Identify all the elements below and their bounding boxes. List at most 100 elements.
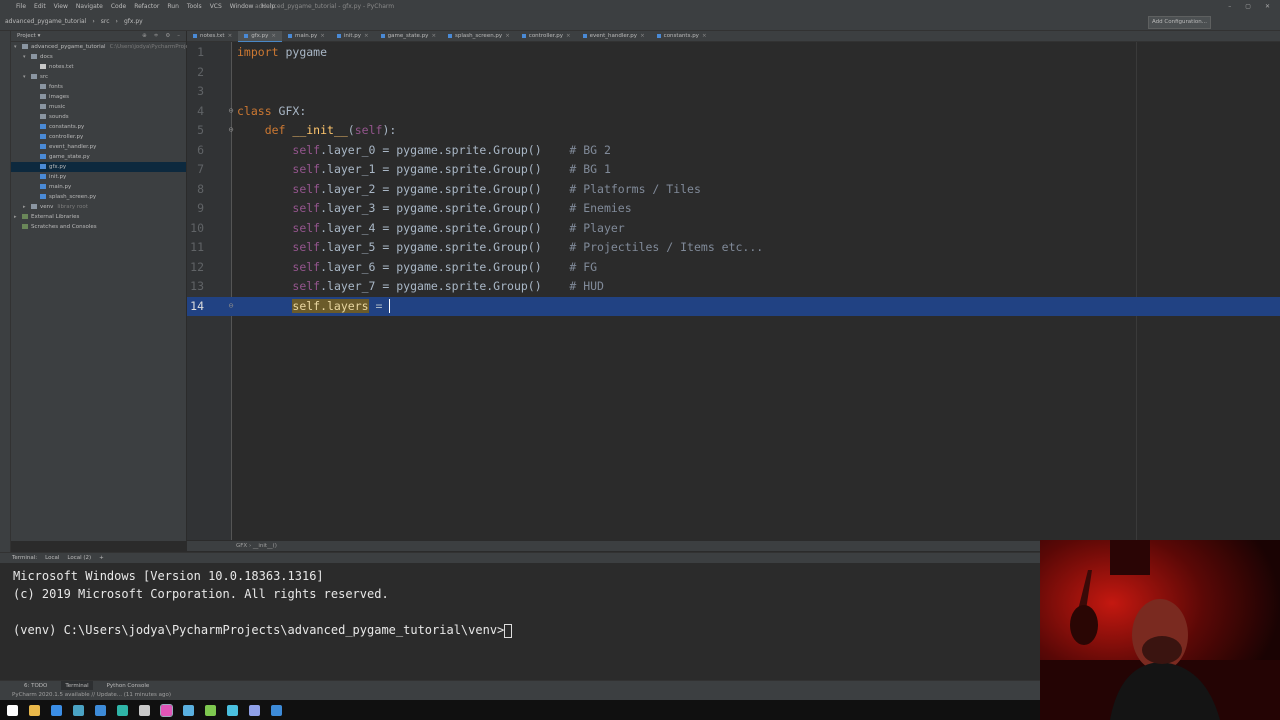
menu-window[interactable]: Window: [230, 0, 254, 14]
project-tree-item[interactable]: fonts: [11, 82, 186, 92]
project-tree-item[interactable]: sounds: [11, 112, 186, 122]
windows-start-icon[interactable]: [7, 704, 18, 716]
editor-tab[interactable]: event_handler.py ×: [577, 31, 651, 41]
todo-tool-button[interactable]: 6: TODO: [24, 681, 47, 690]
project-tree-item[interactable]: Scratches and Consoles: [11, 222, 186, 232]
collapsed-arrow-icon[interactable]: ▸: [14, 212, 22, 222]
new-terminal-button[interactable]: +: [99, 553, 104, 563]
project-tree-item[interactable]: ▾ src: [11, 72, 186, 82]
close-tab-icon[interactable]: ×: [505, 31, 510, 41]
project-tree-item[interactable]: notes.txt: [11, 62, 186, 72]
editor-tab[interactable]: splash_screen.py ×: [442, 31, 516, 41]
project-tree-item[interactable]: init.py: [11, 172, 186, 182]
close-tab-icon[interactable]: ×: [228, 31, 233, 41]
app-icon[interactable]: [95, 704, 106, 716]
gear-icon[interactable]: ⚙: [165, 31, 170, 41]
code-line[interactable]: 14 ⊖ self.layers =: [187, 296, 1280, 316]
editor-breadcrumb-status[interactable]: GFX › __init__(): [187, 541, 1040, 551]
terminal-tool-button[interactable]: Terminal: [61, 681, 93, 690]
close-tab-icon[interactable]: ×: [566, 31, 571, 41]
chrome-icon[interactable]: [51, 704, 62, 716]
project-tree-item[interactable]: ▸ venv library root: [11, 202, 186, 212]
close-tab-icon[interactable]: ×: [702, 31, 707, 41]
maximize-icon[interactable]: ▢: [1245, 0, 1251, 14]
project-tree-item[interactable]: main.py: [11, 182, 186, 192]
editor-tab[interactable]: gfx.py ×: [238, 31, 282, 42]
editor-tab[interactable]: controller.py ×: [516, 31, 577, 41]
python-console-tool-button[interactable]: Python Console: [107, 681, 150, 690]
project-tree-item[interactable]: ▾ docs: [11, 52, 186, 62]
project-panel-header[interactable]: Project ▾ ⊕ ≑ ⚙ –: [11, 31, 186, 42]
code-line[interactable]: 2: [187, 63, 1280, 83]
expanded-arrow-icon[interactable]: ▾: [23, 52, 31, 62]
project-tree-item[interactable]: gfx.py: [11, 162, 186, 172]
menu-refactor[interactable]: Refactor: [134, 0, 159, 14]
add-configuration-button[interactable]: Add Configuration...: [1148, 16, 1211, 29]
minimize-icon[interactable]: –: [1228, 0, 1231, 14]
project-tree-item[interactable]: ▸ External Libraries: [11, 212, 186, 222]
menu-run[interactable]: Run: [167, 0, 179, 14]
fold-marker-icon[interactable]: ⊖: [227, 106, 235, 115]
project-tree-item[interactable]: controller.py: [11, 132, 186, 142]
editor-tab[interactable]: init.py ×: [331, 31, 375, 41]
project-tree-item[interactable]: ▾advanced_pygame_tutorialC:\Users\jodya\…: [11, 42, 273, 52]
expanded-arrow-icon[interactable]: ▾: [23, 72, 31, 82]
editor-tab[interactable]: game_state.py ×: [375, 31, 442, 41]
code-line[interactable]: 6 self.layer_0 = pygame.sprite.Group() #…: [187, 141, 1280, 161]
code-line[interactable]: 4 ⊖ class GFX:: [187, 102, 1280, 122]
app-icon[interactable]: [183, 704, 194, 716]
collapse-all-icon[interactable]: ≑: [154, 31, 159, 41]
terminal-output[interactable]: Microsoft Windows [Version 10.0.18363.13…: [0, 563, 1040, 679]
close-tab-icon[interactable]: ×: [364, 31, 369, 41]
collapsed-arrow-icon[interactable]: ▸: [23, 202, 31, 212]
code-line[interactable]: 12 self.layer_6 = pygame.sprite.Group() …: [187, 258, 1280, 278]
code-line[interactable]: 7 self.layer_1 = pygame.sprite.Group() #…: [187, 160, 1280, 180]
project-tree-item[interactable]: event_handler.py: [11, 142, 186, 152]
menu-view[interactable]: View: [54, 0, 68, 14]
menu-tools[interactable]: Tools: [187, 0, 202, 14]
menu-code[interactable]: Code: [111, 0, 126, 14]
editor-tab[interactable]: constants.py ×: [651, 31, 713, 41]
expanded-arrow-icon[interactable]: ▾: [14, 42, 22, 52]
menu-vcs[interactable]: VCS: [210, 0, 222, 14]
fold-marker-icon[interactable]: ⊖: [227, 126, 235, 134]
editor-tab[interactable]: main.py ×: [282, 31, 331, 41]
code-line[interactable]: 9 self.layer_3 = pygame.sprite.Group() #…: [187, 199, 1280, 219]
code-editor[interactable]: 1 import pygame 2 3 4 ⊖ class GFX: 5 ⊖ def __ini…: [187, 42, 1280, 540]
code-line[interactable]: 13 self.layer_7 = pygame.sprite.Group() …: [187, 277, 1280, 297]
close-tab-icon[interactable]: ×: [271, 31, 276, 41]
breadcrumb-file[interactable]: gfx.py: [124, 18, 143, 25]
hide-icon[interactable]: –: [177, 31, 180, 41]
menu-file[interactable]: File: [16, 0, 26, 14]
app-icon[interactable]: [205, 704, 216, 716]
project-tree-item[interactable]: splash_screen.py: [11, 192, 186, 202]
code-line[interactable]: 11 self.layer_5 = pygame.sprite.Group() …: [187, 238, 1280, 258]
terminal-tab-local[interactable]: Local: [45, 553, 59, 563]
app-icon[interactable]: [227, 704, 238, 716]
menu-navigate[interactable]: Navigate: [76, 0, 103, 14]
app-icon[interactable]: [117, 704, 128, 716]
fold-marker-icon[interactable]: ⊖: [227, 301, 235, 310]
code-line[interactable]: 3: [187, 82, 1280, 102]
menu-edit[interactable]: Edit: [34, 0, 46, 14]
app-icon[interactable]: [73, 704, 84, 716]
breadcrumb-src[interactable]: src: [101, 18, 110, 25]
app-icon[interactable]: [139, 704, 150, 716]
pycharm-icon[interactable]: [160, 703, 173, 717]
close-tab-icon[interactable]: ×: [640, 31, 645, 41]
locate-icon[interactable]: ⊕: [142, 31, 147, 41]
app-icon[interactable]: [249, 704, 260, 716]
terminal-tab-local-2[interactable]: Local (2): [67, 553, 91, 563]
code-line[interactable]: 1 import pygame: [187, 43, 1280, 63]
editor-tab[interactable]: notes.txt ×: [187, 31, 238, 41]
project-tree-item[interactable]: images: [11, 92, 186, 102]
code-line[interactable]: 8 self.layer_2 = pygame.sprite.Group() #…: [187, 180, 1280, 200]
close-icon[interactable]: ✕: [1265, 0, 1270, 14]
close-tab-icon[interactable]: ×: [320, 31, 325, 41]
close-tab-icon[interactable]: ×: [431, 31, 436, 41]
project-tree-item[interactable]: music: [11, 102, 186, 112]
breadcrumb-project[interactable]: advanced_pygame_tutorial: [5, 18, 86, 25]
project-tree-item[interactable]: constants.py: [11, 122, 186, 132]
project-tree-item[interactable]: game_state.py: [11, 152, 186, 162]
code-line[interactable]: 5 ⊖ def __init__(self):: [187, 121, 1280, 141]
